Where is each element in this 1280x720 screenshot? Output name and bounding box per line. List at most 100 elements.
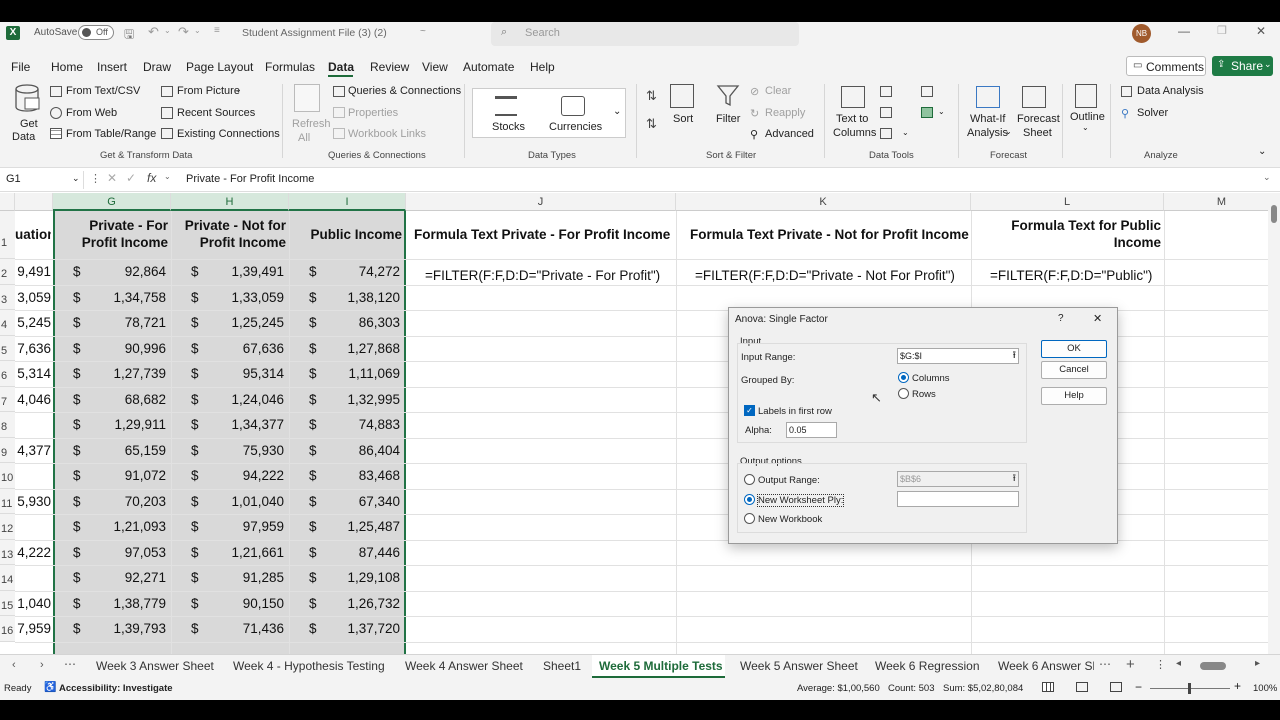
sort-descending-icon[interactable]: ⇅ <box>646 116 657 132</box>
menu-data[interactable]: Data <box>328 60 354 74</box>
zoom-slider[interactable] <box>1150 683 1230 694</box>
cell-h[interactable]: 1,01,040 <box>208 494 284 509</box>
cell-i[interactable]: 87,446 <box>326 545 400 560</box>
cell-h[interactable]: 75,930 <box>208 443 284 458</box>
scroll-thumb[interactable] <box>1271 205 1277 223</box>
cell-i[interactable]: 1,25,487 <box>326 519 400 534</box>
file-name-dropdown-icon[interactable]: ~ <box>420 26 426 37</box>
menu-formulas[interactable]: Formulas <box>265 60 315 74</box>
row-header[interactable]: 2 <box>0 259 15 285</box>
cell-k1[interactable]: Formula Text Private - Not for Profit In… <box>690 227 970 242</box>
cell-j1[interactable]: Formula Text Private - For Profit Income <box>414 227 676 242</box>
row-header[interactable]: 13 <box>0 539 15 565</box>
cell-k2[interactable]: =FILTER(F:F,D:D="Private - Not For Profi… <box>695 268 955 283</box>
zoom-slider-thumb[interactable] <box>1188 683 1191 694</box>
redo-icon[interactable]: ↷ <box>178 24 189 40</box>
more-tabs-icon[interactable]: ⋯ <box>1099 657 1111 671</box>
autosave-toggle[interactable]: Off <box>78 25 114 40</box>
labels-checkbox-label[interactable]: Labels in first row <box>758 406 832 417</box>
workbook-links-button[interactable]: Workbook Links <box>348 128 426 140</box>
column-header-h[interactable]: H <box>171 193 289 211</box>
column-header-j[interactable]: J <box>406 193 676 211</box>
share-button[interactable]: ⇪ Share ⌄ <box>1212 56 1273 76</box>
cell-g[interactable]: 1,39,793 <box>90 621 166 636</box>
column-header-f[interactable] <box>15 193 53 211</box>
column-header-l[interactable]: L <box>971 193 1164 211</box>
column-header-m[interactable]: M <box>1164 193 1280 211</box>
next-sheet-icon[interactable]: › <box>40 659 44 671</box>
more-sheets-icon[interactable]: ⋯ <box>64 657 76 671</box>
output-range-label[interactable]: Output Range: <box>758 475 820 486</box>
menu-review[interactable]: Review <box>370 60 409 74</box>
menu-view[interactable]: View <box>422 60 448 74</box>
cell-g[interactable]: 1,38,779 <box>90 596 166 611</box>
cell-i[interactable]: 74,883 <box>326 417 400 432</box>
row-header[interactable]: 14 <box>0 565 15 591</box>
cell-g[interactable]: 91,072 <box>90 468 166 483</box>
minimize-icon[interactable]: — <box>1178 24 1190 38</box>
dialog-help-icon[interactable]: ? <box>1058 313 1064 324</box>
new-worksheet-radio[interactable] <box>744 494 755 505</box>
sheet-tab-active[interactable]: Week 5 Multiple Tests <box>599 659 723 673</box>
refresh-all-button[interactable]: Refresh All <box>290 82 331 144</box>
cell-i[interactable]: 1,27,868 <box>326 341 400 356</box>
data-validation-dropdown-icon[interactable]: ⌄ <box>902 128 909 137</box>
comments-button[interactable]: ▭ Comments <box>1126 56 1206 76</box>
cell-h[interactable]: 1,21,661 <box>208 545 284 560</box>
rows-radio[interactable] <box>898 388 909 399</box>
row-header[interactable]: 3 <box>0 284 15 310</box>
get-data-button[interactable]: Get Data <box>8 82 44 143</box>
recent-sources-button[interactable]: Recent Sources <box>177 107 255 119</box>
zoom-out-icon[interactable]: − <box>1135 680 1142 694</box>
cell-g1-line2[interactable]: Profit Income <box>57 235 168 250</box>
from-table-range-button[interactable]: From Table/Range <box>66 128 156 140</box>
cell-f[interactable]: 3,059 <box>15 290 51 305</box>
new-worksheet-label[interactable]: New Worksheet Ply: <box>756 494 845 507</box>
column-header-i[interactable]: I <box>289 193 406 211</box>
sheet-tab[interactable]: Week 4 - Hypothesis Testing <box>233 659 385 673</box>
reapply-button[interactable]: Reapply <box>765 107 805 119</box>
queries-connections-button[interactable]: Queries & Connections <box>348 85 461 97</box>
menu-draw[interactable]: Draw <box>143 60 171 74</box>
cell-g[interactable]: 68,682 <box>90 392 166 407</box>
restore-icon[interactable]: ❐ <box>1217 24 1227 37</box>
cell-f[interactable]: 4,222 <box>15 545 51 560</box>
advanced-button[interactable]: Advanced <box>765 128 814 140</box>
what-if-label-2[interactable]: Analysis <box>967 127 1008 139</box>
cell-f[interactable]: 7,636 <box>15 341 51 356</box>
outline-dropdown-icon[interactable]: ⌄ <box>1082 123 1089 132</box>
menu-page-layout[interactable]: Page Layout <box>186 60 253 74</box>
cell-i[interactable]: 1,29,108 <box>326 570 400 585</box>
labels-checkbox[interactable]: ✓ <box>744 405 755 416</box>
cell-h[interactable]: 94,222 <box>208 468 284 483</box>
cell-i[interactable]: 1,26,732 <box>326 596 400 611</box>
new-sheet-icon[interactable]: + <box>1126 656 1135 673</box>
cell-l2[interactable]: =FILTER(F:F,D:D="Public") <box>990 268 1152 283</box>
cell-f[interactable]: 5,930 <box>15 494 51 509</box>
tab-options-icon[interactable]: ⋮ <box>1155 658 1166 671</box>
output-range-field[interactable]: $B$6 ⭱ <box>897 471 1019 487</box>
cell-i[interactable]: 1,11,069 <box>326 366 400 381</box>
cell-h[interactable]: 95,314 <box>208 366 284 381</box>
prev-sheet-icon[interactable]: ‹ <box>12 659 16 671</box>
filter-button[interactable]: Filter <box>716 113 740 125</box>
user-avatar[interactable]: NB <box>1132 24 1151 43</box>
row-header[interactable]: 16 <box>0 616 15 642</box>
cell-i[interactable]: 1,32,995 <box>326 392 400 407</box>
cell-i[interactable]: 67,340 <box>326 494 400 509</box>
cell-g[interactable]: 1,27,739 <box>90 366 166 381</box>
cell-g[interactable]: 92,864 <box>90 264 166 279</box>
cell-g[interactable]: 97,053 <box>90 545 166 560</box>
cell-h[interactable]: 1,33,059 <box>208 290 284 305</box>
sheet-tab[interactable]: Sheet1 <box>543 659 581 673</box>
scroll-left-icon[interactable]: ◂ <box>1176 658 1181 669</box>
menu-insert[interactable]: Insert <box>97 60 127 74</box>
row-header[interactable]: 10 <box>0 463 15 489</box>
existing-connections-button[interactable]: Existing Connections <box>177 128 280 140</box>
row-header[interactable]: 6 <box>0 361 15 387</box>
properties-button[interactable]: Properties <box>348 107 398 119</box>
cell-g[interactable]: 1,21,093 <box>90 519 166 534</box>
columns-radio[interactable] <box>898 372 909 383</box>
cell-i[interactable]: 1,38,120 <box>326 290 400 305</box>
currencies-button[interactable]: Currencies <box>549 121 602 133</box>
